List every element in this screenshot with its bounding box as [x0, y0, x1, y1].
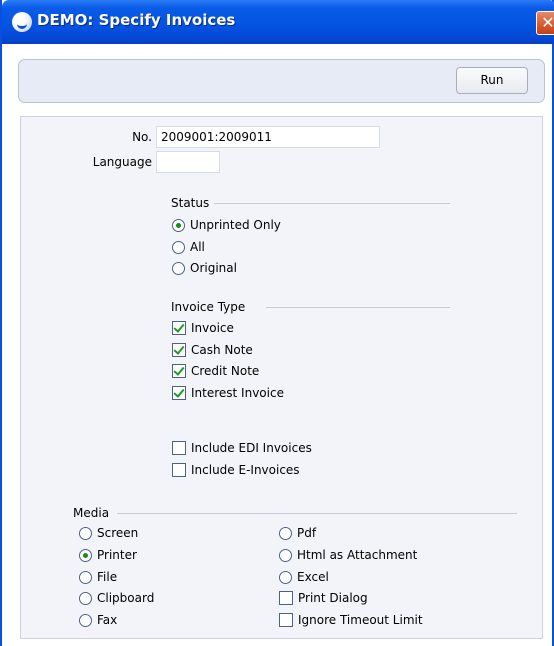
- language-field[interactable]: [156, 151, 220, 173]
- media-option-label: File: [97, 570, 118, 584]
- button-bar: Run: [18, 59, 545, 103]
- status-group-title: Status: [171, 196, 210, 210]
- media-option-label: Pdf: [297, 526, 317, 540]
- media-excel-radio[interactable]: Excel: [279, 568, 329, 586]
- dialog-body: Run No. 2009001:2009011 Language Status …: [4, 44, 552, 646]
- run-button[interactable]: Run: [456, 67, 528, 94]
- media-pdf-radio[interactable]: Pdf: [279, 524, 316, 542]
- invoice-type-option-label: Invoice: [191, 321, 234, 335]
- invoice-type-divider: [266, 307, 450, 308]
- language-label: Language: [92, 155, 152, 169]
- status-original-radio[interactable]: Original: [172, 259, 237, 277]
- title-bar[interactable]: DEMO: Specify Invoices ✕: [2, 0, 554, 44]
- radio-icon: [79, 526, 92, 540]
- ignore-timeout-limit-checkbox[interactable]: Ignore Timeout Limit: [279, 611, 423, 629]
- checkbox-checked-icon: [172, 321, 186, 335]
- media-option-label: Screen: [97, 526, 139, 540]
- status-divider: [214, 203, 450, 204]
- media-option-label: Printer: [97, 548, 137, 562]
- app-logo-icon: [12, 12, 32, 32]
- radio-icon: [279, 570, 292, 584]
- invoice-type-option-label: Credit Note: [191, 364, 260, 378]
- include-e-invoices-checkbox[interactable]: Include E-Invoices: [172, 461, 300, 479]
- media-html-as-attachment-radio[interactable]: Html as Attachment: [279, 546, 417, 564]
- invoice-type-invoice-checkbox[interactable]: Invoice: [172, 319, 234, 337]
- checkbox-checked-icon: [172, 386, 186, 400]
- invoice-type-option-label: Cash Note: [191, 343, 253, 357]
- media-option-label: Fax: [97, 613, 118, 627]
- radio-icon: [279, 548, 292, 562]
- include-edi-invoices-checkbox[interactable]: Include EDI Invoices: [172, 439, 312, 457]
- status-option-label: Unprinted Only: [190, 218, 281, 232]
- radio-icon: [172, 261, 185, 275]
- window-title: DEMO: Specify Invoices: [37, 11, 236, 29]
- radio-icon: [279, 526, 292, 540]
- dialog-window: DEMO: Specify Invoices ✕ Run No. 2009001…: [0, 0, 554, 646]
- status-all-radio[interactable]: All: [172, 238, 205, 256]
- media-printer-radio[interactable]: Printer: [79, 546, 137, 564]
- extras-option-label: Include E-Invoices: [191, 463, 300, 477]
- radio-selected-icon: [172, 218, 185, 232]
- media-divider: [117, 513, 517, 514]
- status-option-label: Original: [190, 261, 237, 275]
- checkbox-icon: [279, 613, 293, 627]
- checkbox-checked-icon: [172, 364, 186, 378]
- no-field[interactable]: 2009001:2009011: [156, 126, 380, 148]
- media-clipboard-radio[interactable]: Clipboard: [79, 589, 154, 607]
- close-button[interactable]: ✕: [536, 11, 554, 35]
- status-unprinted-only-radio[interactable]: Unprinted Only: [172, 216, 281, 234]
- checkbox-icon: [279, 591, 293, 605]
- extras-option-label: Include EDI Invoices: [191, 441, 312, 455]
- invoice-type-option-label: Interest Invoice: [191, 386, 284, 400]
- invoice-type-interest-invoice-checkbox[interactable]: Interest Invoice: [172, 384, 284, 402]
- print-dialog-checkbox[interactable]: Print Dialog: [279, 589, 368, 607]
- media-file-radio[interactable]: File: [79, 568, 117, 586]
- radio-icon: [79, 570, 92, 584]
- media-option-label: Clipboard: [97, 591, 155, 605]
- media-screen-radio[interactable]: Screen: [79, 524, 138, 542]
- radio-icon: [172, 240, 185, 254]
- status-option-label: All: [190, 240, 205, 254]
- specification-panel: No. 2009001:2009011 Language Status Unpr…: [20, 116, 543, 639]
- checkbox-checked-icon: [172, 343, 186, 357]
- media-option-label: Html as Attachment: [297, 548, 418, 562]
- radio-icon: [79, 591, 92, 605]
- checkbox-icon: [172, 463, 186, 477]
- media-option-label: Excel: [297, 570, 329, 584]
- no-label: No.: [132, 130, 152, 144]
- radio-selected-icon: [79, 548, 92, 562]
- invoice-type-credit-note-checkbox[interactable]: Credit Note: [172, 362, 259, 380]
- radio-icon: [79, 613, 92, 627]
- checkbox-icon: [172, 441, 186, 455]
- invoice-type-cash-note-checkbox[interactable]: Cash Note: [172, 341, 253, 359]
- media-fax-radio[interactable]: Fax: [79, 611, 117, 629]
- invoice-type-group-title: Invoice Type: [171, 300, 246, 314]
- media-group-title: Media: [73, 506, 110, 520]
- media-check-label: Print Dialog: [298, 591, 368, 605]
- media-check-label: Ignore Timeout Limit: [298, 613, 423, 627]
